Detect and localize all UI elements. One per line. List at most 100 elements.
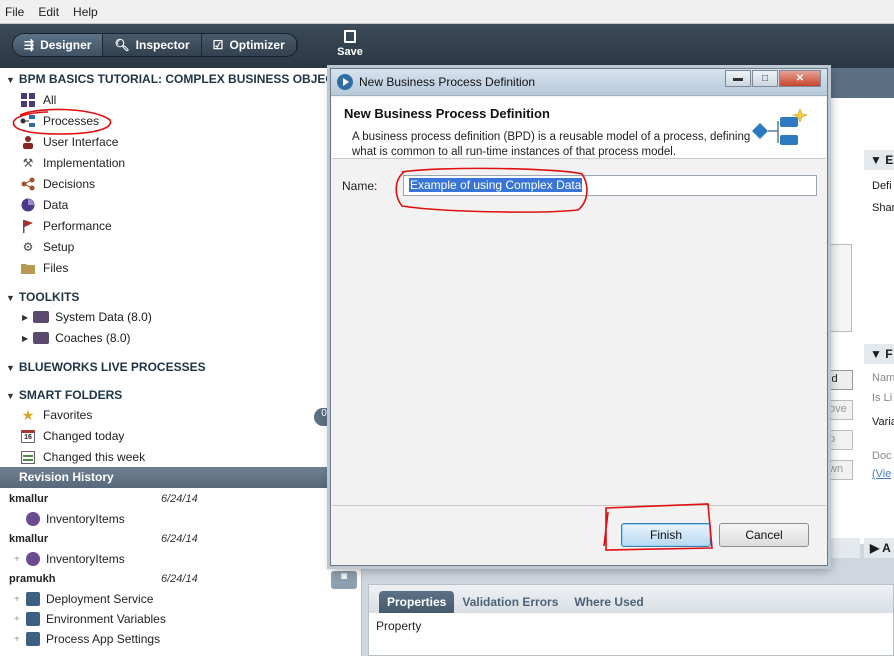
- revision-date: 6/24/14: [161, 573, 198, 585]
- bg-label: Is Li: [872, 392, 893, 404]
- toolkit-icon: [33, 332, 50, 344]
- new-bpd-dialog: New Business Process Definition ▬ □ ✕ Ne…: [330, 68, 828, 566]
- revision-date: 6/24/14: [161, 493, 198, 505]
- smart-folders-header[interactable]: ▼ SMART FOLDERS: [6, 388, 122, 402]
- expand-icon: ▶: [22, 312, 29, 322]
- bg-button[interactable]: wn: [826, 460, 853, 480]
- main-toolbar: ⇶ Designer 🔍︎ Inspector ☑ Optimizer Save: [0, 24, 894, 68]
- revision-item[interactable]: + Process App Settings: [14, 632, 160, 646]
- nav-item-performance[interactable]: Performance: [20, 216, 112, 236]
- dialog-heading: New Business Process Definition: [344, 106, 550, 121]
- maximize-button[interactable]: □: [752, 70, 778, 87]
- toolkit-coaches[interactable]: ▶ Coaches (8.0): [22, 328, 131, 348]
- revision-item[interactable]: + InventoryItems: [14, 552, 125, 566]
- nav-item-files[interactable]: Files: [20, 258, 68, 278]
- menu-edit[interactable]: Edit: [38, 5, 59, 19]
- toolkit-icon: [33, 311, 50, 323]
- nav-item-decisions[interactable]: Decisions: [20, 174, 95, 194]
- smart-item-changed-today[interactable]: 16 Changed today: [20, 426, 124, 446]
- app-logo-icon: [337, 74, 353, 90]
- collapse-icon: ▼: [6, 391, 15, 401]
- wrench-icon: ⚒: [22, 156, 34, 170]
- bpd-icon: [752, 109, 809, 145]
- section-f: ▼ F: [864, 344, 894, 364]
- expand-icon: +: [14, 633, 20, 645]
- tab-where-used[interactable]: Where Used: [566, 591, 651, 613]
- revision-history-header: Revision History: [0, 467, 331, 488]
- save-icon: [344, 30, 356, 43]
- bg-label: Varia: [872, 416, 894, 428]
- view-link[interactable]: (Vie: [872, 468, 891, 480]
- name-label: Name:: [342, 179, 378, 193]
- designer-tab[interactable]: ⇶ Designer: [13, 34, 104, 56]
- grid-icon: [20, 92, 36, 108]
- nav-item-data[interactable]: Data: [20, 195, 68, 215]
- section-bar: [826, 538, 860, 558]
- editor-header: [826, 68, 894, 98]
- tab-properties[interactable]: Properties: [379, 591, 455, 613]
- blueworks-header[interactable]: ▼ BLUEWORKS LIVE PROCESSES: [6, 360, 206, 374]
- flag-icon: [20, 218, 36, 234]
- smart-item-changed-week[interactable]: Changed this week: [20, 447, 145, 467]
- inspector-tab[interactable]: 🔍︎ Inspector: [103, 34, 202, 56]
- chart-icon: ☑: [212, 38, 224, 52]
- environment-icon: [26, 612, 40, 626]
- expand-icon: +: [14, 553, 20, 565]
- nav-item-implementation[interactable]: ⚒ Implementation: [20, 153, 125, 173]
- bg-label: Defi: [872, 180, 892, 192]
- bg-button[interactable]: ove: [826, 400, 853, 420]
- nav-item-user-interface[interactable]: User Interface: [20, 132, 118, 152]
- designer-icon: ⇶: [24, 38, 35, 52]
- project-header[interactable]: ▼ BPM BASICS TUTORIAL: COMPLEX BUSINESS O…: [6, 72, 341, 86]
- tab-validation-errors[interactable]: Validation Errors: [454, 591, 566, 613]
- menu-file[interactable]: File: [5, 5, 24, 19]
- decision-icon: [20, 176, 36, 192]
- library-panel: ▼ BPM BASICS TUTORIAL: COMPLEX BUSINESS O…: [0, 68, 362, 656]
- variable-icon: [26, 552, 40, 566]
- revision-item[interactable]: InventoryItems: [14, 512, 125, 526]
- minimize-button[interactable]: ▬: [725, 70, 751, 87]
- dialog-banner: New Business Process Definition A busine…: [332, 97, 826, 159]
- optimizer-tab[interactable]: ☑ Optimizer: [201, 34, 297, 56]
- menu-help[interactable]: Help: [73, 5, 98, 19]
- nav-item-processes[interactable]: Processes: [20, 111, 99, 131]
- toolkits-header[interactable]: ▼ TOOLKITS: [6, 290, 79, 304]
- smart-item-favorites[interactable]: ★ Favorites: [20, 405, 93, 425]
- revision-user: pramukh: [9, 573, 56, 585]
- properties-tabs: Properties Validation Errors Where Used: [369, 585, 893, 613]
- revision-date: 6/24/14: [161, 533, 198, 545]
- process-icon: [20, 113, 36, 129]
- revision-item[interactable]: + Environment Variables: [14, 612, 166, 626]
- toolkit-system-data[interactable]: ▶ System Data (8.0): [22, 307, 152, 327]
- deployment-icon: [26, 592, 40, 606]
- finish-button[interactable]: Finish: [621, 523, 711, 547]
- name-field[interactable]: Example of using Complex Data: [403, 175, 817, 196]
- nav-item-all[interactable]: All: [20, 90, 56, 110]
- dialog-divider: [332, 505, 826, 506]
- calendar-icon: 16: [20, 428, 36, 444]
- collapse-icon: ▼: [6, 293, 15, 303]
- property-column-header: Property: [376, 619, 422, 633]
- bg-button[interactable]: ld: [826, 370, 853, 390]
- perspective-switcher: ⇶ Designer 🔍︎ Inspector ☑ Optimizer: [12, 33, 298, 57]
- gear-icon: ⚙: [22, 240, 34, 254]
- dialog-titlebar[interactable]: New Business Process Definition ▬ □ ✕: [331, 69, 827, 96]
- expand-icon: +: [14, 593, 20, 605]
- user-icon: [20, 134, 36, 150]
- scrollbar[interactable]: [828, 244, 852, 332]
- revision-user: kmallur: [9, 533, 49, 545]
- name-field-value: Example of using Complex Data: [409, 178, 583, 192]
- close-button[interactable]: ✕: [779, 70, 821, 87]
- bg-button[interactable]: p: [826, 430, 853, 450]
- camera-button-2[interactable]: ◙: [331, 571, 357, 589]
- cancel-button[interactable]: Cancel: [719, 523, 809, 547]
- search-icon: 🔍︎: [114, 38, 130, 52]
- section-a: ▶ A: [864, 538, 894, 558]
- camera-icon: ◙: [340, 571, 348, 582]
- properties-panel: Properties Validation Errors Where Used …: [368, 584, 894, 656]
- dialog-description: A business process definition (BPD) is a…: [352, 131, 751, 158]
- nav-item-setup[interactable]: ⚙ Setup: [20, 237, 75, 257]
- folder-icon: [20, 260, 36, 276]
- save-button[interactable]: Save: [336, 28, 364, 58]
- revision-item[interactable]: + Deployment Service: [14, 592, 153, 606]
